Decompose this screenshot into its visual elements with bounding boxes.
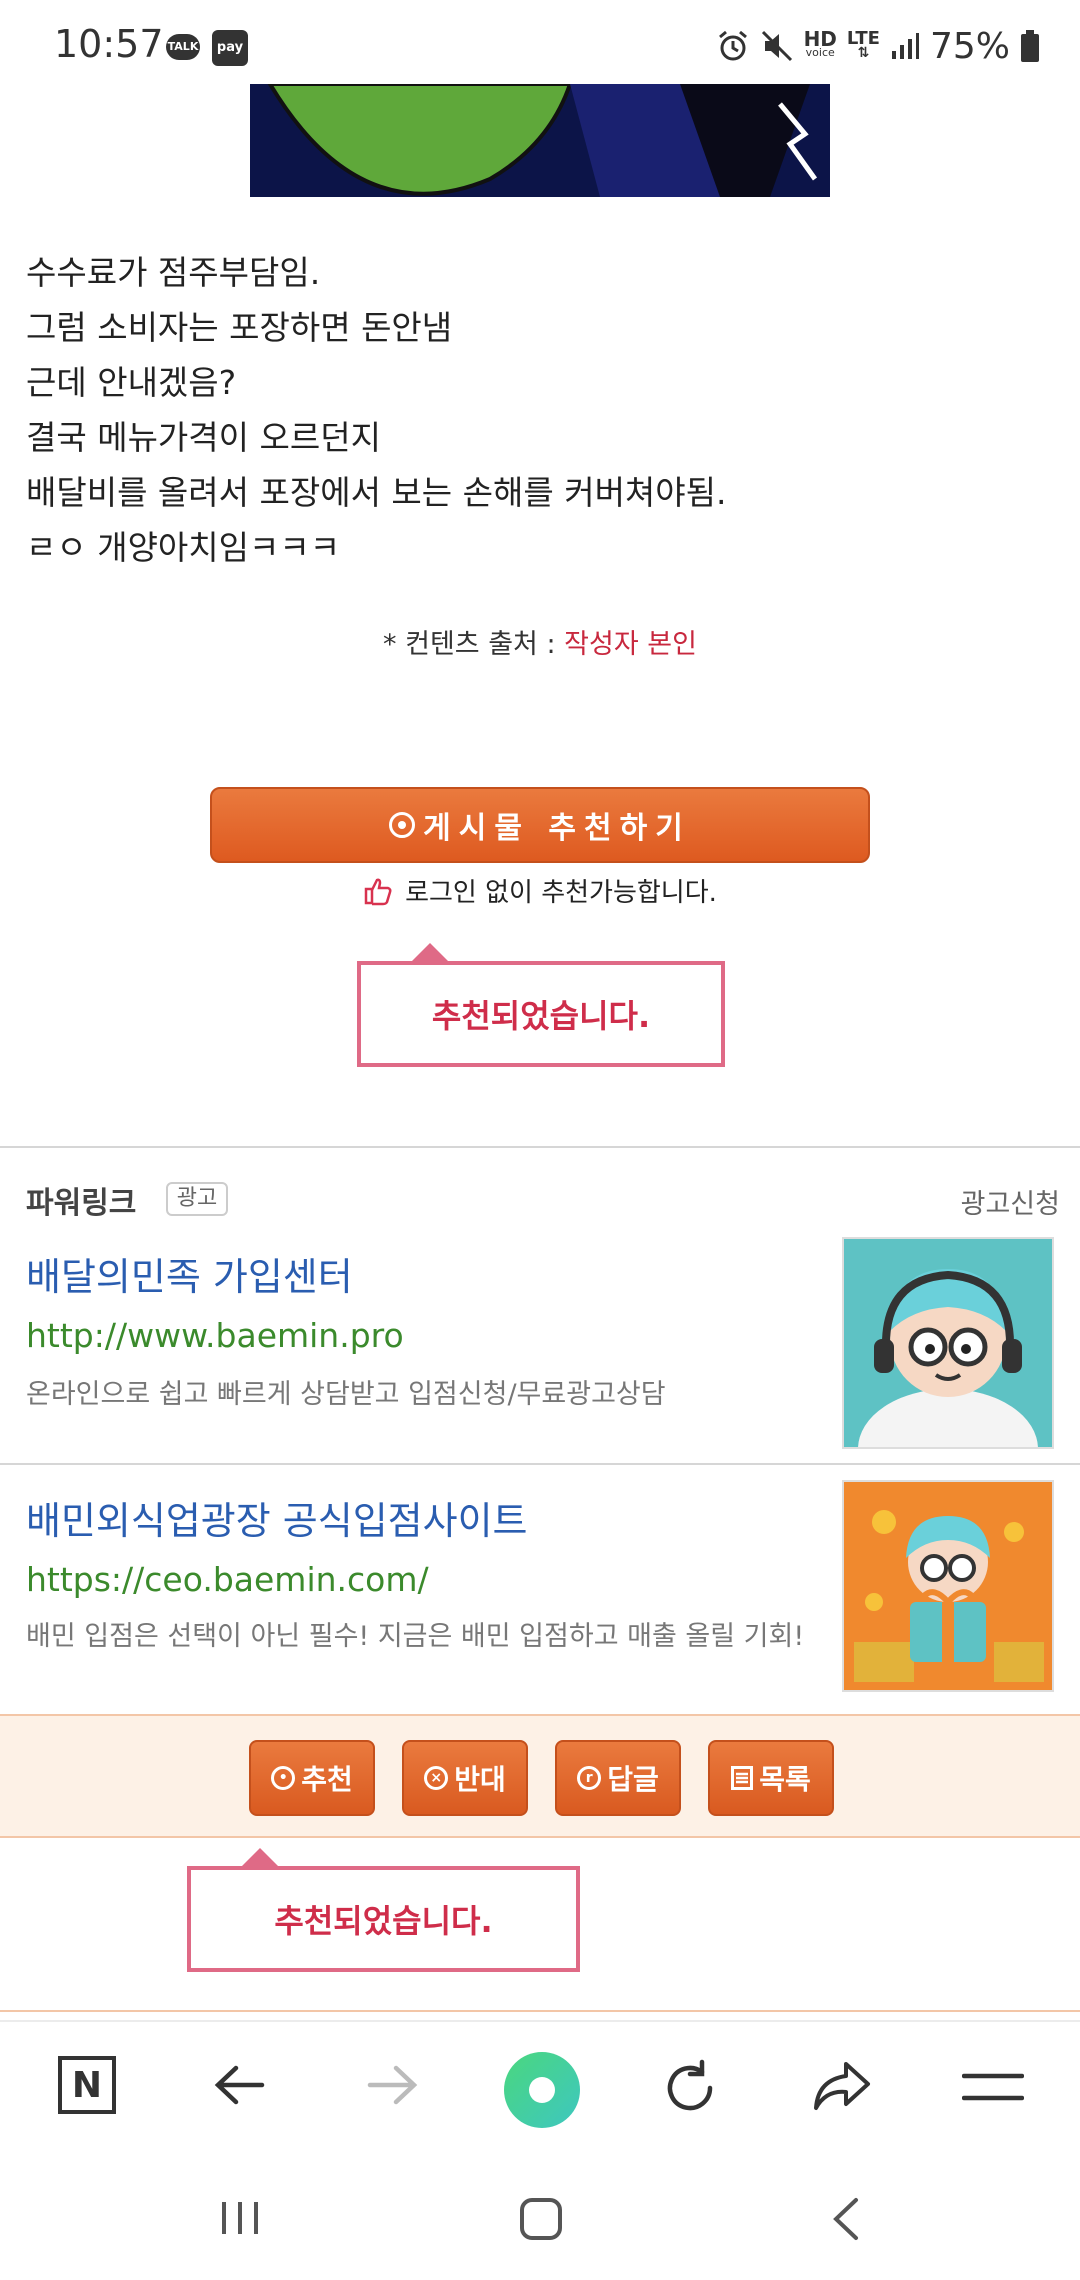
content-source: * 컨텐츠 출처 : 작성자 본인 <box>0 622 1080 661</box>
recommend-label: 추천 <box>301 1763 353 1796</box>
recommend-icon <box>389 812 416 838</box>
back-arrow-icon[interactable] <box>210 2060 270 2110</box>
divider <box>0 1463 1080 1465</box>
signal-icon <box>891 33 919 59</box>
post-line: 수수료가 점주부담임. <box>26 253 321 292</box>
ad-thumbnail[interactable] <box>842 1480 1054 1692</box>
tooltip-arrow <box>240 1848 280 1868</box>
alarm-icon <box>718 30 747 61</box>
battery-icon <box>1021 30 1039 62</box>
green-dot-icon[interactable] <box>502 2050 582 2130</box>
ad-url[interactable]: http://www.baemin.pro <box>26 1316 404 1355</box>
battery-percentage: 75% <box>929 25 1010 67</box>
menu-icon[interactable] <box>962 2068 1024 2106</box>
source-author-link[interactable]: 작성자 본인 <box>564 629 697 660</box>
reply-label: 답글 <box>607 1763 659 1796</box>
pay-notification-icon: pay <box>212 30 248 66</box>
back-icon[interactable] <box>828 2196 864 2242</box>
oppose-icon: × <box>424 1766 449 1790</box>
tooltip-arrow <box>410 943 450 963</box>
post-line: 그럼 소비자는 포장하면 돈안냄 <box>26 308 453 347</box>
mute-icon <box>761 30 792 62</box>
list-label: 목록 <box>759 1763 811 1796</box>
oppose-label: 반대 <box>454 1763 506 1796</box>
ad-description: 온라인으로 쉽고 빠르게 상담받고 입점신청/무료광고상담 <box>26 1379 666 1410</box>
post-image <box>250 84 830 197</box>
forward-arrow-icon[interactable] <box>362 2060 422 2110</box>
post-line: 배달비를 올려서 포장에서 보는 손해를 커버쳐야됨. <box>26 473 727 512</box>
post-line: ㄹㅇ 개양아치임ㅋㅋㅋ <box>26 528 341 567</box>
ad-url[interactable]: https://ceo.baemin.com/ <box>26 1560 429 1599</box>
naver-home-icon[interactable]: N <box>58 2056 116 2114</box>
thumbs-up-icon <box>364 878 392 905</box>
source-label: * 컨텐츠 출처 : <box>383 629 565 660</box>
home-icon[interactable] <box>518 2196 564 2242</box>
list-icon <box>731 1766 754 1790</box>
reply-icon: r <box>577 1766 602 1790</box>
recent-apps-icon[interactable] <box>218 2198 262 2238</box>
hd-voice-indicator: HD voice <box>803 27 837 59</box>
powerlink-title: 파워링크 <box>26 1186 137 1221</box>
share-icon[interactable] <box>810 2058 872 2114</box>
ad-thumbnail[interactable] <box>842 1237 1054 1449</box>
recommended-tooltip: 추천되었습니다. <box>187 1866 580 1972</box>
ad-title[interactable]: 배민외식업광장 공식입점사이트 <box>26 1490 528 1545</box>
recommend-post-label: 게시물 추천하기 <box>423 811 691 846</box>
ad-tag: 광고 <box>166 1182 228 1216</box>
divider <box>0 2010 1080 2012</box>
status-icons: HD voice LTE ⇅ 75% <box>716 25 1040 67</box>
post-line: 결국 메뉴가격이 오르던지 <box>26 418 381 457</box>
reply-button[interactable]: r 답글 <box>555 1740 681 1816</box>
recommend-post-button[interactable]: 게시물 추천하기 <box>210 787 870 863</box>
oppose-button[interactable]: × 반대 <box>402 1740 528 1816</box>
post-line: 근데 안내겠음? <box>26 363 237 402</box>
post-body: 수수료가 점주부담임. 그럼 소비자는 포장하면 돈안냄 근데 안내겠음? 결국… <box>26 245 1046 575</box>
post-action-bar <box>0 1714 1080 1838</box>
ad-title[interactable]: 배달의민족 가입센터 <box>26 1246 353 1301</box>
recommend-button[interactable]: • 추천 <box>249 1740 375 1816</box>
ad-description: 배민 입점은 선택이 아닌 필수! 지금은 배민 입점하고 매출 올릴 기회! <box>26 1621 805 1652</box>
refresh-icon[interactable] <box>660 2058 720 2118</box>
recommended-tooltip: 추천되었습니다. <box>357 961 725 1067</box>
ad-apply-link[interactable]: 광고신청 <box>961 1182 1060 1221</box>
recommend-note-text: 로그인 없이 추천가능합니다. <box>405 878 717 908</box>
list-button[interactable]: 목록 <box>708 1740 834 1816</box>
status-time: 10:57 <box>54 22 164 66</box>
kakaotalk-notification-icon: TALK <box>166 34 200 60</box>
recommend-icon: • <box>271 1766 296 1790</box>
lte-indicator: LTE ⇅ <box>846 28 880 61</box>
divider <box>0 1146 1080 1148</box>
recommend-note: 로그인 없이 추천가능합니다. <box>0 872 1080 909</box>
